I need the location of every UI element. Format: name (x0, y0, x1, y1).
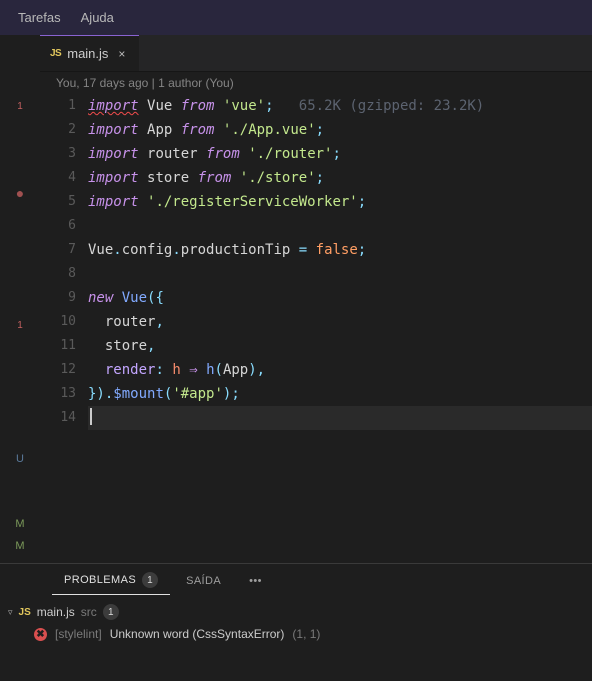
tab-output[interactable]: SAÍDA (174, 569, 233, 593)
codelens-blame[interactable]: You, 17 days ago | 1 author (You) (40, 72, 592, 94)
gutter-scm-m1: M (0, 518, 40, 530)
menu-tarefas[interactable]: Tarefas (8, 0, 71, 35)
tab-title: main.js (67, 46, 108, 61)
menubar: Tarefas Ajuda (0, 0, 592, 35)
tab-problems[interactable]: PROBLEMAS 1 (52, 566, 170, 595)
panel-more-icon[interactable]: ••• (237, 569, 274, 593)
gutter-error-marker[interactable]: 1 (0, 101, 40, 112)
tab-main-js[interactable]: JS main.js × (40, 35, 139, 71)
menu-ajuda[interactable]: Ajuda (71, 0, 124, 35)
error-icon: ✖ (34, 628, 47, 641)
tab-bar: JS main.js × (40, 35, 592, 72)
close-icon[interactable]: × (114, 47, 129, 61)
cursor (90, 408, 92, 425)
problem-file-count: 1 (103, 604, 119, 620)
line-numbers: 123 456 789 101112 1314 (40, 94, 88, 563)
problem-message: Unknown word (CssSyntaxError) (110, 627, 285, 641)
problem-location: (1, 1) (292, 627, 320, 641)
js-file-icon: JS (19, 607, 31, 618)
code-editor[interactable]: 123 456 789 101112 1314 import Vue from … (40, 94, 592, 563)
gutter-breakpoint-marker[interactable]: ● (0, 185, 40, 201)
panel-tabs: PROBLEMAS 1 SAÍDA ••• (0, 564, 592, 597)
problem-source: [stylelint] (55, 627, 102, 641)
statusbar[interactable] (0, 658, 592, 681)
problem-item[interactable]: ✖ [stylelint] Unknown word (CssSyntaxErr… (8, 623, 584, 645)
panel: PROBLEMAS 1 SAÍDA ••• ▿ JS main.js src 1… (0, 563, 592, 658)
problem-file-row[interactable]: ▿ JS main.js src 1 (8, 601, 584, 623)
problem-file-name: main.js (37, 605, 75, 619)
gutter-scm-u: U (0, 453, 40, 465)
gutter-scm-m2: M (0, 540, 40, 552)
gutter-error-marker-2[interactable]: 1 (0, 320, 40, 331)
chevron-down-icon: ▿ (8, 607, 13, 618)
gutter-overview: 1 ● 1 U M M (0, 35, 40, 563)
problems-count-badge: 1 (142, 572, 158, 588)
problem-file-dir: src (81, 605, 97, 619)
js-file-icon: JS (50, 48, 61, 59)
